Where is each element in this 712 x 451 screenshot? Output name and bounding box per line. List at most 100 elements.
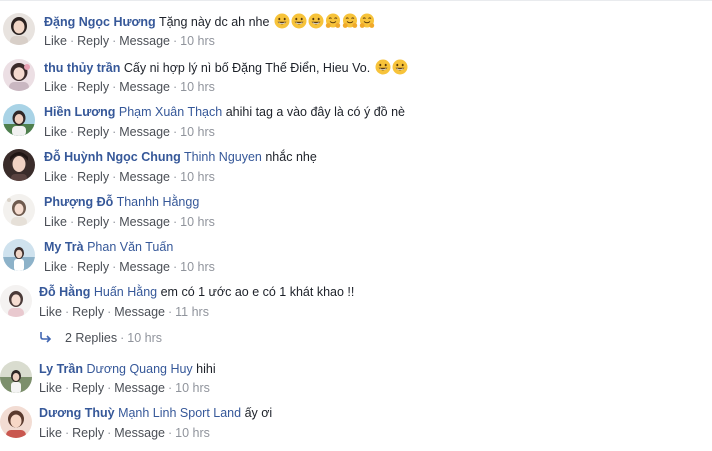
tagged-user[interactable]: Phạm Xuân Thạch (119, 105, 222, 119)
message-link[interactable]: Message (114, 305, 165, 319)
avatar[interactable] (3, 149, 35, 181)
like-link[interactable]: Like (44, 215, 67, 229)
avatar[interactable] (3, 239, 35, 271)
timestamp[interactable]: 11 hrs (175, 305, 209, 319)
separator: · (107, 305, 112, 319)
reply-link[interactable]: Reply (77, 34, 109, 48)
separator: · (69, 215, 75, 229)
divider (0, 0, 712, 1)
emoji-row (374, 59, 408, 75)
timestamp[interactable]: 10 hrs (180, 260, 215, 274)
comment-author[interactable]: Đặng Ngọc Hương (44, 15, 156, 29)
hugging-face-icon (342, 13, 358, 28)
message-link[interactable]: Message (119, 34, 170, 48)
separator: · (112, 215, 117, 229)
timestamp[interactable]: 10 hrs (180, 125, 215, 139)
tagged-user[interactable]: Thinh Nguyen (184, 150, 262, 164)
avatar[interactable] (3, 194, 35, 226)
separator: · (112, 170, 117, 184)
tagged-user[interactable]: Mạnh Linh Sport Land (118, 406, 241, 420)
like-link[interactable]: Like (44, 125, 67, 139)
timestamp[interactable]: 10 hrs (180, 170, 215, 184)
message-link[interactable]: Message (119, 80, 170, 94)
tagged-user[interactable]: Phan Văn Tuấn (87, 240, 173, 254)
separator: · (64, 305, 70, 319)
grinning-face-icon (375, 59, 391, 75)
grinning-face-icon (308, 13, 324, 29)
separator: · (172, 215, 178, 229)
like-link[interactable]: Like (44, 170, 67, 184)
replies-count[interactable]: 2 Replies (65, 331, 117, 345)
separator: · (172, 260, 178, 274)
comment-author[interactable]: Hiền Lương (44, 105, 115, 119)
comment-text: em có 1 ước ao e có 1 khát khao !! (160, 285, 355, 299)
comment-author[interactable]: Phượng Đỗ (44, 195, 113, 209)
comment-thread: Đặng Ngọc Hương Tặng này dc ah nhe Like ·… (0, 0, 712, 451)
separator: · (167, 426, 173, 440)
comment-author[interactable]: thu thủy trần (44, 61, 120, 75)
separator: · (69, 80, 75, 94)
comment-text: ahihi tag a vào đây là có ý đồ nè (225, 105, 405, 119)
like-link[interactable]: Like (44, 260, 67, 274)
message-link[interactable]: Message (114, 426, 165, 440)
reply-link[interactable]: Reply (72, 426, 104, 440)
separator: · (112, 80, 117, 94)
comment-text: hihi (196, 362, 216, 376)
timestamp[interactable]: 10 hrs (175, 426, 210, 440)
avatar[interactable] (3, 13, 35, 45)
reply-link[interactable]: Reply (77, 125, 109, 139)
comment-text: nhắc nhẹ (265, 150, 317, 164)
comment-text: Cấy ni hợp lý nì bố Đặng Thế Điển, Hieu … (123, 61, 371, 75)
message-link[interactable]: Message (114, 381, 165, 395)
timestamp[interactable]: 10 hrs (180, 80, 215, 94)
comment-author[interactable]: Ly Trần (39, 362, 83, 376)
comment-author[interactable]: My Trà (44, 240, 84, 254)
avatar[interactable] (3, 104, 35, 136)
reply-link[interactable]: Reply (72, 305, 104, 319)
grinning-face-icon (392, 59, 408, 75)
emoji-row (273, 13, 375, 29)
like-link[interactable]: Like (39, 426, 62, 440)
reply-link[interactable]: Reply (77, 80, 109, 94)
separator: · (120, 331, 125, 345)
comment-author[interactable]: Dương Thuỳ (39, 406, 115, 420)
separator: · (69, 170, 75, 184)
separator: · (167, 305, 173, 319)
comment-author[interactable]: Đỗ Hằng (39, 285, 90, 299)
grinning-face-icon (291, 13, 307, 29)
tagged-user[interactable]: Dương Quang Huy (86, 362, 192, 376)
avatar[interactable] (0, 361, 32, 393)
separator: · (64, 381, 70, 395)
separator: · (112, 34, 117, 48)
reply-link[interactable]: Reply (77, 260, 109, 274)
separator: · (172, 170, 178, 184)
message-link[interactable]: Message (119, 260, 170, 274)
reply-link[interactable]: Reply (72, 381, 104, 395)
like-link[interactable]: Like (39, 305, 62, 319)
timestamp[interactable]: 10 hrs (180, 34, 215, 48)
like-link[interactable]: Like (44, 80, 67, 94)
hugging-face-icon (359, 13, 375, 28)
replies-timestamp: 10 hrs (127, 331, 163, 345)
like-link[interactable]: Like (44, 34, 67, 48)
separator: · (172, 125, 178, 139)
reply-link[interactable]: Reply (77, 215, 109, 229)
like-link[interactable]: Like (39, 381, 62, 395)
message-link[interactable]: Message (119, 215, 170, 229)
avatar[interactable] (0, 285, 32, 317)
timestamp[interactable]: 10 hrs (175, 381, 210, 395)
separator: · (69, 125, 75, 139)
view-replies-link[interactable]: 2 Replies · 10 hrs (39, 330, 162, 346)
message-link[interactable]: Message (119, 125, 170, 139)
comment-author[interactable]: Đỗ Huỳnh Ngọc Chung (44, 150, 181, 164)
reply-link[interactable]: Reply (77, 170, 109, 184)
separator: · (172, 80, 178, 94)
comment-text: ấy ơi (244, 406, 273, 420)
timestamp[interactable]: 10 hrs (180, 215, 215, 229)
tagged-user[interactable]: Huấn Hằng (94, 285, 157, 299)
tagged-user[interactable]: Thanhh Hằngg (117, 195, 200, 209)
message-link[interactable]: Message (119, 170, 170, 184)
separator: · (172, 34, 178, 48)
avatar[interactable] (3, 59, 35, 91)
avatar[interactable] (0, 406, 32, 438)
